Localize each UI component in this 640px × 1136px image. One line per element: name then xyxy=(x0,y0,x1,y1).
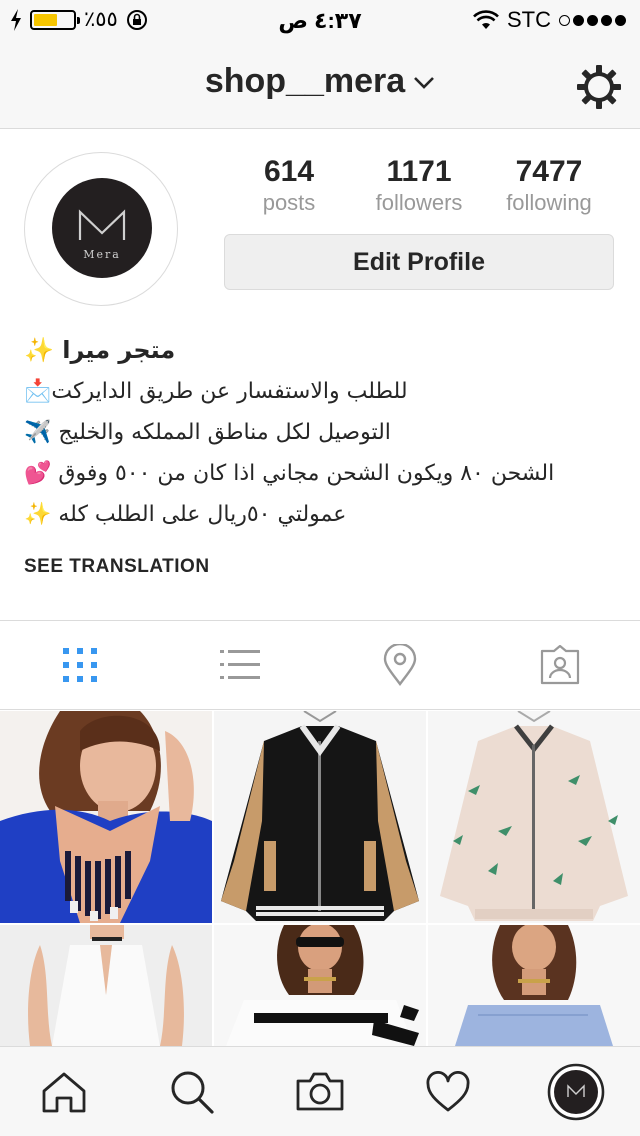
gear-icon xyxy=(577,65,621,109)
avatar-logo: Mera xyxy=(52,178,152,278)
tab-map[interactable] xyxy=(320,621,480,709)
signal-strength-icon xyxy=(559,14,626,26)
nav-activity[interactable] xyxy=(384,1047,512,1136)
profile-avatar[interactable]: Mera xyxy=(24,152,178,306)
edit-profile-button[interactable]: Edit Profile xyxy=(224,234,614,290)
profile-stats: 614 posts 1171 followers 7477 following xyxy=(224,154,614,216)
grid-photo[interactable] xyxy=(0,925,212,1046)
profile-avatar-icon xyxy=(547,1063,605,1120)
grid-photo[interactable] xyxy=(214,925,426,1046)
see-translation-link[interactable]: SEE TRANSLATION xyxy=(24,556,210,578)
photo-blue-top xyxy=(428,925,640,1046)
posts-count: 614 xyxy=(263,155,315,188)
bio-line-3: الشحن ٨٠ ويكون الشحن مجاني اذا كان من ٥٠… xyxy=(24,461,555,486)
photo-striped-top xyxy=(214,925,426,1046)
grid-photo[interactable] xyxy=(428,925,640,1046)
account-switcher[interactable]: shop__mera xyxy=(0,62,640,101)
bio-line-1: للطلب والاستفسار عن طريق الدايركت📩 xyxy=(24,379,408,404)
mera-logo: Mera xyxy=(78,209,126,261)
status-bar: ٪٥٥ ٤:٣٧ ص STC xyxy=(0,0,640,40)
posts-label: posts xyxy=(262,190,316,215)
nav-camera[interactable] xyxy=(256,1047,384,1136)
photo-floral-bomber xyxy=(428,711,640,923)
nav-home[interactable] xyxy=(0,1047,128,1136)
carrier-name: STC xyxy=(507,7,551,32)
chevron-down-icon xyxy=(414,77,435,89)
grid-photo[interactable] xyxy=(214,711,426,923)
photo-white-dress xyxy=(0,925,212,1046)
camera-icon xyxy=(296,1072,344,1110)
bio-line-2: التوصيل لكل مناطق المملكه والخليج ✈️ xyxy=(24,420,391,445)
following-label: following xyxy=(506,190,592,215)
bio-name: متجر ميرا ✨ xyxy=(24,336,176,364)
following-count: 7477 xyxy=(515,155,583,188)
profile-view-tabs xyxy=(0,620,640,710)
list-icon xyxy=(220,650,260,679)
status-right: STC xyxy=(473,7,626,33)
followers-count: 1171 xyxy=(386,155,452,188)
stat-posts[interactable]: 614 posts xyxy=(224,154,354,216)
tagged-photos-icon xyxy=(540,645,580,685)
profile-bio: متجر ميرا ✨ للطلب والاستفسار عن طريق الد… xyxy=(24,330,614,535)
stat-followers[interactable]: 1171 followers xyxy=(354,154,484,216)
settings-button[interactable] xyxy=(576,64,622,110)
wifi-icon xyxy=(473,10,499,29)
search-icon xyxy=(171,1071,214,1114)
tab-list[interactable] xyxy=(160,621,320,709)
followers-label: followers xyxy=(375,190,463,215)
nav-search[interactable] xyxy=(128,1047,256,1136)
home-icon xyxy=(42,1072,86,1112)
grid-photo[interactable] xyxy=(428,711,640,923)
photo-black-bomber xyxy=(214,711,426,923)
bottom-navigation xyxy=(0,1046,640,1136)
nav-profile[interactable] xyxy=(512,1047,640,1136)
grid-photo[interactable] xyxy=(0,711,212,923)
bio-line-4: عمولتي ٥٠ريال على الطلب كله ✨ xyxy=(24,502,347,527)
stat-following[interactable]: 7477 following xyxy=(484,154,614,216)
tab-grid[interactable] xyxy=(0,621,160,709)
location-pin-icon xyxy=(383,644,417,686)
heart-icon xyxy=(426,1070,470,1111)
profile-header: shop__mera xyxy=(0,40,640,129)
svg-text:Mera: Mera xyxy=(83,248,121,261)
tab-tagged[interactable] xyxy=(480,621,640,709)
photo-model-blue-top xyxy=(0,711,212,923)
grid-icon xyxy=(63,648,97,682)
username: shop__mera xyxy=(204,62,406,100)
photo-grid xyxy=(0,711,640,1046)
